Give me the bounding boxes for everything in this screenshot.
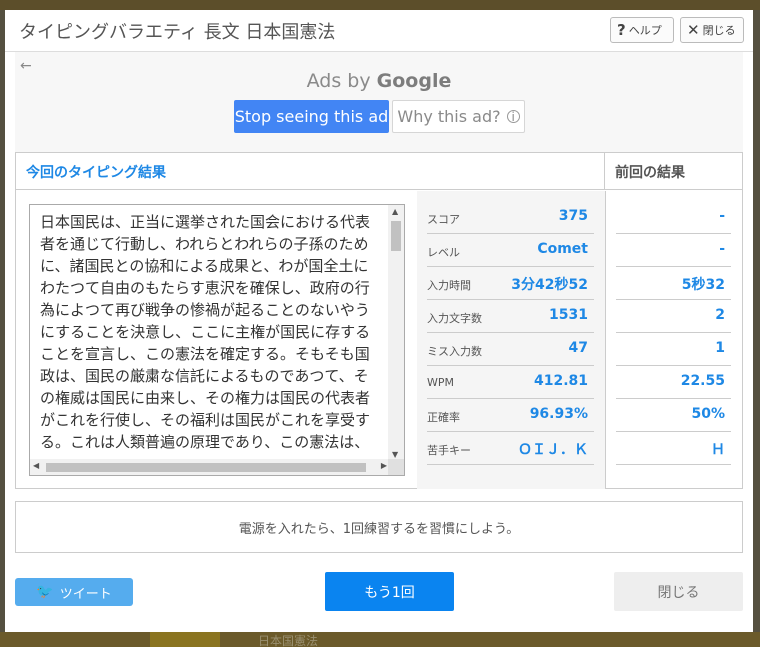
stat-label: 入力文字数 xyxy=(427,312,482,325)
prev-value: - xyxy=(719,241,725,257)
stat-value: 1531 xyxy=(549,307,588,323)
tip-message: 電源を入れたら、1回練習するを習慣にしよう。 xyxy=(15,501,743,553)
stat-label: WPM xyxy=(427,376,455,389)
vertical-scrollbar[interactable]: ▲ ▼ xyxy=(388,205,404,461)
prev-row-weak-keys: Ｈ xyxy=(616,432,731,465)
tweet-label: ツイート xyxy=(59,586,112,602)
prev-row-accuracy: 50% xyxy=(616,399,731,432)
previous-results-header: 前回の結果 xyxy=(605,153,743,190)
stat-value: Comet xyxy=(537,241,588,257)
backdrop-bottom-strip: 日本国憲法 xyxy=(0,632,760,647)
twitter-bird-icon: 🐦 xyxy=(36,584,54,600)
stat-value: 412.81 xyxy=(533,373,588,389)
prev-row-chars: 2 xyxy=(616,300,731,333)
stat-row-chars: 入力文字数 1531 xyxy=(427,300,594,333)
stat-row-weak-keys: 苦手キー ＯＩＪ．Ｋ xyxy=(427,432,594,465)
ad-block: ← Ads by Google Stop seeing this ad Why … xyxy=(15,52,743,152)
stat-label: ミス入力数 xyxy=(427,345,482,358)
why-this-ad-button[interactable]: Why this ad? i xyxy=(392,100,525,133)
current-results-header: 今回のタイピング結果 xyxy=(16,153,605,190)
prev-value: - xyxy=(719,208,725,224)
prev-value: Ｈ xyxy=(711,442,725,458)
scrollbar-corner xyxy=(388,459,404,475)
typed-text-content: 日本国民は、正当に選挙された国会における代表 者を通じて行動し、われらとわれらの… xyxy=(40,213,371,451)
prev-value: 1 xyxy=(715,340,725,356)
scroll-up-icon[interactable]: ▲ xyxy=(392,207,398,216)
prev-value: 22.55 xyxy=(680,373,725,389)
stat-value: 96.93% xyxy=(529,406,588,422)
backdrop-text: 日本国憲法 xyxy=(258,634,319,647)
typed-text-area[interactable]: 日本国民は、正当に選挙された国会における代表 者を通じて行動し、われらとわれらの… xyxy=(29,204,405,476)
backdrop-yellow-block xyxy=(150,632,220,647)
close-top-label: 閉じる xyxy=(702,24,736,37)
prev-row-wpm: 22.55 xyxy=(616,366,731,399)
stat-label: 入力時間 xyxy=(427,279,471,292)
ads-by-google: Ads by Google xyxy=(15,70,743,92)
current-stats: スコア 375 レベル Comet 入力時間 3分42秒52 入力文字数 153… xyxy=(417,191,605,489)
results-panel: 今回のタイピング結果 前回の結果 日本国民は、正当に選挙された国会における代表 … xyxy=(15,152,743,489)
vertical-scroll-thumb[interactable] xyxy=(391,221,401,251)
google-logo: Google xyxy=(376,70,452,92)
stat-value: ＯＩＪ．Ｋ xyxy=(518,442,588,458)
retry-button[interactable]: もう1回 xyxy=(325,572,454,611)
modal-title: タイピングバラエティ 長文 日本国憲法 xyxy=(19,22,336,43)
current-results-heading: 今回のタイピング結果 xyxy=(26,165,166,181)
prev-row-time: 5秒32 xyxy=(616,267,731,300)
stat-label: 苦手キー xyxy=(427,444,471,457)
tweet-button[interactable]: 🐦 ツイート xyxy=(15,578,133,606)
stop-seeing-ad-button[interactable]: Stop seeing this ad xyxy=(234,100,389,133)
stat-label: スコア xyxy=(427,213,460,226)
prev-row-level: - xyxy=(616,234,731,267)
help-button[interactable]: ? ヘルプ xyxy=(610,17,674,43)
prev-value: 2 xyxy=(715,307,725,323)
close-button[interactable]: 閉じる xyxy=(614,572,743,611)
prev-row-score: - xyxy=(616,201,731,234)
previous-results-heading: 前回の結果 xyxy=(615,165,685,181)
prev-value: 5秒32 xyxy=(681,277,725,293)
horizontal-scrollbar[interactable]: ◀ ▶ xyxy=(30,459,390,475)
stat-value: 47 xyxy=(568,340,588,356)
modal-header: タイピングバラエティ 長文 日本国憲法 ? ヘルプ ✕ 閉じる xyxy=(5,10,753,52)
stat-row-misses: ミス入力数 47 xyxy=(427,333,594,366)
info-icon: i xyxy=(506,110,520,124)
result-modal: タイピングバラエティ 長文 日本国憲法 ? ヘルプ ✕ 閉じる ← Ads by… xyxy=(5,10,753,632)
stat-row-time: 入力時間 3分42秒52 xyxy=(427,267,594,300)
stat-row-accuracy: 正確率 96.93% xyxy=(427,399,594,432)
prev-value: 50% xyxy=(691,406,725,422)
question-icon: ? xyxy=(617,21,626,39)
previous-stats: - - 5秒32 2 1 22.55 50% Ｈ xyxy=(605,191,743,489)
close-icon: ✕ xyxy=(687,21,700,39)
backdrop-top-strip xyxy=(0,0,760,10)
scroll-right-icon[interactable]: ▶ xyxy=(381,461,387,470)
stat-value: 3分42秒52 xyxy=(511,277,588,293)
prev-row-misses: 1 xyxy=(616,333,731,366)
stat-row-wpm: WPM 412.81 xyxy=(427,366,594,399)
ads-by-label: Ads by xyxy=(306,70,371,92)
scroll-left-icon[interactable]: ◀ xyxy=(33,461,39,470)
why-this-ad-label: Why this ad? xyxy=(397,107,501,126)
stat-label: 正確率 xyxy=(427,411,460,424)
help-label: ヘルプ xyxy=(628,24,662,37)
horizontal-scroll-thumb[interactable] xyxy=(46,463,366,472)
stat-row-level: レベル Comet xyxy=(427,234,594,267)
close-top-button[interactable]: ✕ 閉じる xyxy=(680,17,744,43)
backdrop-right-strip xyxy=(753,10,760,632)
stat-value: 375 xyxy=(558,208,588,224)
stat-label: レベル xyxy=(427,246,460,259)
scroll-down-icon[interactable]: ▼ xyxy=(392,450,398,459)
stat-row-score: スコア 375 xyxy=(427,201,594,234)
